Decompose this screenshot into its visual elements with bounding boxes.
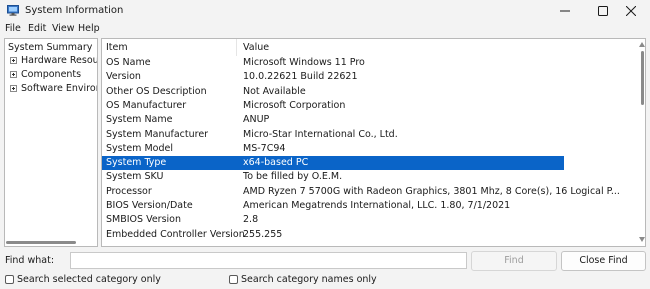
expand-icon[interactable] <box>10 71 17 78</box>
row-item: SMBIOS Version <box>106 214 182 226</box>
row-item: OS Name <box>106 57 151 68</box>
table-row[interactable]: Other OS Description Not Available <box>102 85 564 99</box>
menu-view[interactable]: View <box>52 23 75 34</box>
close-icon <box>626 6 636 16</box>
row-value: Not Available <box>243 85 306 97</box>
table-row[interactable]: System Type x64-based PC <box>102 156 564 171</box>
close-find-button[interactable]: Close Find <box>561 251 646 271</box>
tree-item-hardware-resources[interactable]: Hardware Resource <box>21 55 97 66</box>
category-tree[interactable]: System Summary Hardware Resource Compone… <box>4 38 98 247</box>
table-row[interactable]: Version 10.0.22621 Build 22621 <box>102 70 564 84</box>
table-row[interactable]: Embedded Controller Version 255.255 <box>102 228 564 242</box>
list-vertical-scrollbar[interactable] <box>639 39 645 246</box>
title-bar[interactable]: System Information <box>0 0 650 21</box>
row-value: To be filled by O.E.M. <box>243 171 343 183</box>
row-value: 255.255 <box>243 228 283 240</box>
row-value: American Megatrends International, LLC. … <box>243 200 511 211</box>
menu-bar: File Edit View Help <box>0 21 650 36</box>
checkbox-box[interactable] <box>229 275 238 284</box>
scroll-up-arrow-icon[interactable] <box>639 42 645 47</box>
row-value: Microsoft Windows 11 Pro <box>243 57 365 68</box>
details-list[interactable]: Item Value OS Name Microsoft Windows 11 P… <box>101 38 646 247</box>
column-divider[interactable] <box>236 39 237 56</box>
row-value: x64-based PC <box>243 157 309 169</box>
table-row[interactable]: OS Name Microsoft Windows 11 Pro <box>102 56 564 70</box>
row-item: Other OS Description <box>106 85 207 97</box>
table-row[interactable]: Processor AMD Ryzen 7 5700G with Radeon G… <box>102 185 620 199</box>
column-header-item[interactable]: Item <box>106 42 128 53</box>
tree-item-components[interactable]: Components <box>21 69 81 80</box>
row-item: BIOS Version/Date <box>106 200 193 211</box>
find-button[interactable]: Find <box>471 251 557 271</box>
tree-item-software-environment[interactable]: Software Environme <box>21 83 97 94</box>
table-row[interactable]: System Name ANUP <box>102 113 564 127</box>
expand-icon[interactable] <box>10 85 17 92</box>
find-what-label: Find what: <box>5 255 55 266</box>
row-value: Microsoft Corporation <box>243 99 346 111</box>
row-value: ANUP <box>243 114 270 126</box>
menu-edit[interactable]: Edit <box>28 23 46 34</box>
row-item: System Type <box>106 157 167 169</box>
checkbox-box[interactable] <box>5 275 14 284</box>
row-item: System SKU <box>106 171 164 183</box>
row-item: Processor <box>106 185 152 197</box>
search-category-names-checkbox[interactable]: Search category names only <box>229 274 379 286</box>
row-item: System Model <box>106 142 173 154</box>
scrollbar-thumb[interactable] <box>641 51 644 105</box>
row-item: System Name <box>106 114 173 126</box>
row-value: 10.0.22621 Build 22621 <box>243 71 358 83</box>
window-title: System Information <box>25 5 124 16</box>
row-item: Version <box>106 71 141 83</box>
close-button[interactable] <box>612 0 650 21</box>
row-value: MS-7C94 <box>243 142 286 154</box>
row-item: OS Manufacturer <box>106 99 187 111</box>
system-information-icon <box>7 5 19 16</box>
table-row[interactable]: System Manufacturer Micro-Star Internatio… <box>102 128 564 142</box>
maximize-icon <box>598 6 608 16</box>
tree-horizontal-scrollbar[interactable] <box>6 239 96 245</box>
minimize-icon <box>560 10 570 12</box>
table-row[interactable]: System Model MS-7C94 <box>102 142 564 156</box>
row-value: Micro-Star International Co., Ltd. <box>243 128 398 140</box>
checkbox-label: Search selected category only <box>17 274 161 285</box>
table-row[interactable]: BIOS Version/Date American Megatrends Int… <box>102 199 564 213</box>
menu-help[interactable]: Help <box>78 23 100 34</box>
find-bar: Find what: Find Close Find Search select… <box>0 248 650 289</box>
row-value: 2.8 <box>243 214 259 226</box>
table-row[interactable]: OS Manufacturer Microsoft Corporation <box>102 99 564 113</box>
row-item: System Manufacturer <box>106 128 209 140</box>
checkbox-label: Search category names only <box>241 274 377 285</box>
row-item: Embedded Controller Version <box>106 228 245 240</box>
menu-file[interactable]: File <box>5 23 21 34</box>
scroll-down-arrow-icon[interactable] <box>639 237 645 242</box>
list-header: Item Value <box>102 39 645 56</box>
expand-icon[interactable] <box>10 57 17 64</box>
scrollbar-thumb[interactable] <box>6 241 76 244</box>
column-header-value[interactable]: Value <box>243 42 269 53</box>
minimize-button[interactable] <box>546 0 584 21</box>
table-row[interactable]: SMBIOS Version 2.8 <box>102 213 564 227</box>
search-selected-category-checkbox[interactable]: Search selected category only <box>5 274 161 286</box>
find-what-input[interactable] <box>70 252 467 269</box>
row-value: AMD Ryzen 7 5700G with Radeon Graphics, … <box>243 185 620 197</box>
tree-item-system-summary[interactable]: System Summary <box>8 42 92 53</box>
table-row[interactable]: System SKU To be filled by O.E.M. <box>102 170 564 184</box>
